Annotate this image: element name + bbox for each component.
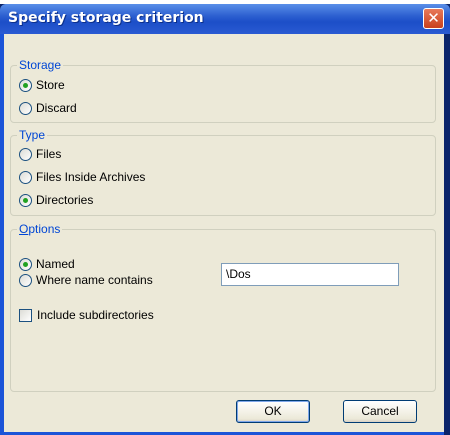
radio-where-name-contains-label: Where name contains [36, 273, 153, 287]
dialog-title: Specify storage criterion [8, 10, 204, 26]
radio-directories[interactable]: Directories [19, 192, 93, 208]
storage-legend: Storage [17, 58, 64, 72]
dialog-window: Specify storage criterion ✕ Storage Stor… [0, 4, 450, 435]
options-group: Options Named Where name contains \Dos I… [10, 222, 436, 392]
radio-store-indicator[interactable] [19, 78, 32, 92]
radio-discard[interactable]: Discard [19, 100, 77, 116]
options-legend-rest: ptions [28, 222, 61, 236]
radio-files-inside-archives-indicator[interactable] [19, 170, 32, 184]
radio-discard-label: Discard [36, 101, 77, 115]
radio-files-inside-archives-label: Files Inside Archives [36, 170, 146, 184]
include-subdirectories-box[interactable] [19, 308, 32, 322]
type-group: Type Files Files Inside Archives Directo… [10, 128, 436, 216]
dialog-body: Storage Store Discard Type Files Files I… [4, 34, 444, 432]
radio-named-label: Named [36, 257, 75, 271]
radio-directories-indicator[interactable] [19, 193, 32, 207]
close-button[interactable]: ✕ [423, 8, 444, 29]
radio-store-label: Store [36, 78, 65, 92]
close-icon: ✕ [427, 9, 440, 27]
radio-files-label: Files [36, 147, 62, 161]
storage-group: Storage Store Discard [10, 58, 436, 123]
include-subdirectories-checkbox[interactable]: Include subdirectories [19, 307, 154, 323]
radio-files[interactable]: Files [19, 146, 61, 162]
radio-store[interactable]: Store [19, 77, 65, 93]
radio-where-name-contains[interactable]: Where name contains [19, 272, 153, 288]
options-legend-mnemonic: O [19, 222, 29, 236]
options-legend: Options [17, 222, 63, 236]
title-bar[interactable]: Specify storage criterion ✕ [0, 4, 450, 34]
ok-button[interactable]: OK [236, 400, 310, 423]
radio-discard-indicator[interactable] [19, 101, 32, 115]
include-subdirectories-label: Include subdirectories [37, 308, 154, 322]
radio-named[interactable]: Named [19, 256, 75, 272]
cancel-button[interactable]: Cancel [343, 400, 417, 423]
radio-where-name-contains-indicator[interactable] [19, 273, 32, 287]
radio-directories-label: Directories [36, 193, 94, 207]
name-input[interactable]: \Dos [221, 263, 399, 286]
radio-files-inside-archives[interactable]: Files Inside Archives [19, 169, 145, 185]
type-legend: Type [17, 128, 48, 142]
radio-files-indicator[interactable] [19, 147, 32, 161]
radio-named-indicator[interactable] [19, 257, 32, 271]
